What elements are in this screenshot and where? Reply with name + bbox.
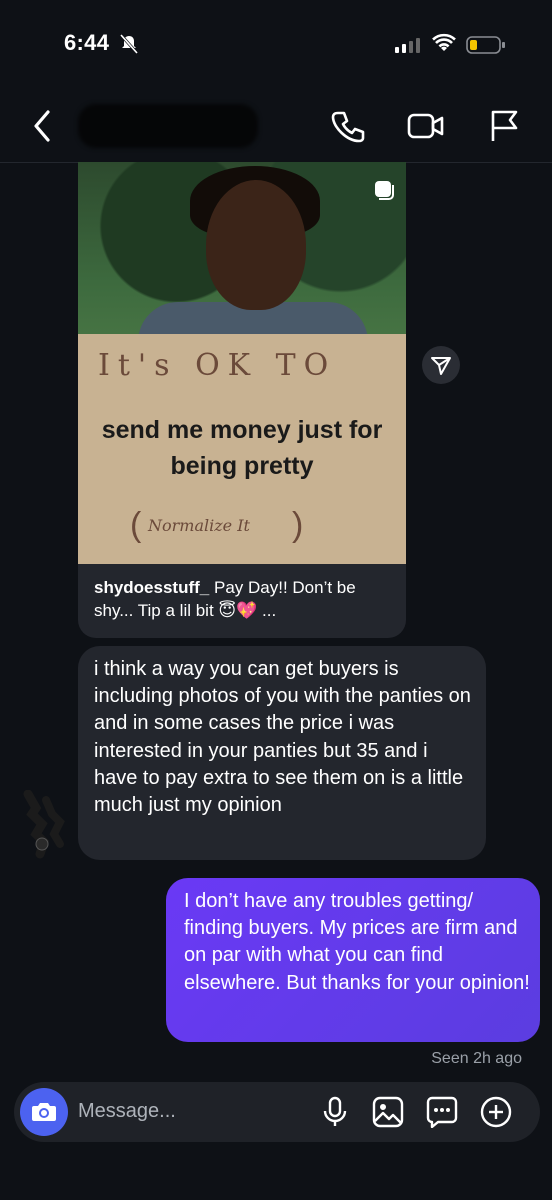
sign-left-paren: ( [130,506,142,544]
battery-low-icon [466,35,506,60]
microphone-icon[interactable] [320,1096,350,1133]
photo-person-head [206,180,306,310]
chat-header [0,90,552,163]
sign-right-paren: ) [292,506,304,544]
phone-icon[interactable] [330,108,366,149]
shared-post-card[interactable]: It's OK TO send me money just for being … [78,162,406,638]
status-time: 6:44 [64,30,110,55]
wifi-icon [432,33,456,58]
video-call-icon[interactable] [406,108,446,149]
reel-icon [372,178,396,207]
sign-text-line3: Normalize It [148,516,250,535]
share-icon[interactable] [422,346,460,384]
status-bar: 6:44 [0,0,552,90]
sticker-icon[interactable] [426,1096,458,1133]
sign-text-line1: It's OK TO [98,348,337,383]
message-text: I don’t have any troubles getting/ findi… [184,890,530,994]
post-photo[interactable]: It's OK TO send me money just for being … [78,162,406,564]
seen-status: Seen 2h ago [431,1050,522,1067]
gallery-icon[interactable] [372,1096,404,1133]
message-text: i think a way you can get buyers is incl… [94,658,471,817]
post-caption: shydoesstuff_ Pay Day!! Don’t be shy... … [94,576,394,622]
post-username[interactable]: shydoesstuff_ [94,578,209,597]
sign-text-line2: send me money just for being pretty [101,416,383,480]
sender-avatar[interactable] [16,789,70,860]
add-icon[interactable] [480,1096,512,1133]
contact-name-redacted[interactable] [78,104,258,148]
message-composer: Message... [14,1082,540,1142]
flag-icon[interactable] [488,108,520,149]
message-bubble-incoming[interactable]: i think a way you can get buyers is incl… [78,646,486,860]
cellular-signal-icon [395,37,421,58]
photo-sign: It's OK TO send me money just for being … [78,334,406,564]
message-bubble-outgoing[interactable]: I don’t have any troubles getting/ findi… [166,878,540,1042]
message-input[interactable]: Message... [78,1100,176,1123]
camera-button[interactable] [20,1088,68,1136]
silent-bell-icon [119,34,139,59]
back-chevron-icon[interactable] [30,108,54,149]
